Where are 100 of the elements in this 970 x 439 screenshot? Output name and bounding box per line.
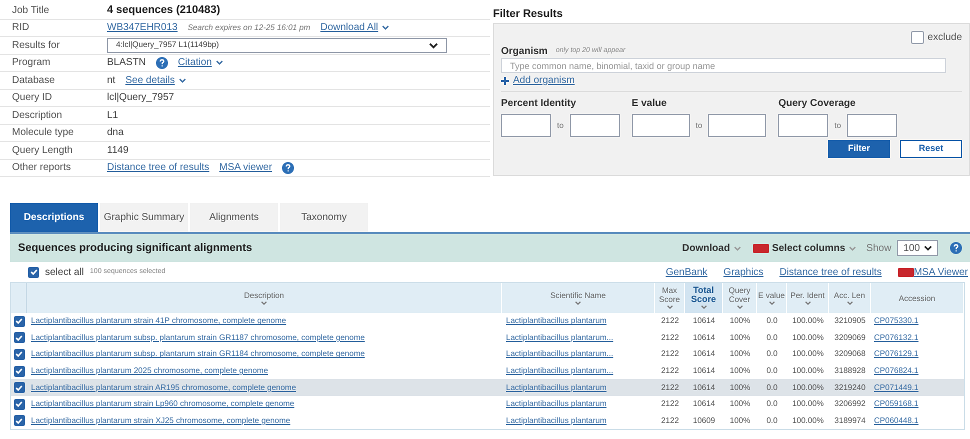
accession-link[interactable]: CP071449.1	[874, 382, 918, 392]
info-link[interactable]: See details	[125, 72, 186, 88]
scientific-name-link[interactable]: Lactiplantibacillus plantarum...	[506, 366, 614, 376]
range-from-field[interactable]	[778, 114, 828, 137]
exclude-checkbox[interactable]	[910, 30, 924, 44]
table-cell: 100%	[730, 332, 750, 342]
accession-link[interactable]: CP076129.1	[874, 349, 918, 358]
checkbox[interactable]	[14, 366, 24, 377]
checkbox[interactable]	[14, 382, 24, 394]
table-cell: 2122	[661, 332, 679, 342]
checkbox[interactable]	[14, 332, 24, 344]
report-link[interactable]: Graphics	[723, 264, 764, 280]
caret-icon	[734, 244, 741, 252]
table-cell: 0.0	[766, 332, 778, 342]
help-icon[interactable]	[156, 56, 168, 69]
table-cell: 2122	[661, 382, 679, 392]
new-badge-icon	[898, 268, 914, 276]
organism-label: Organism	[501, 44, 548, 58]
info-link[interactable]: Download All	[320, 20, 390, 36]
description-link[interactable]: Lactiplantibacillus plantarum 2025 chromosome, complete genome	[31, 366, 268, 376]
range-from-field[interactable]	[501, 114, 551, 137]
table-cell: 2122	[661, 316, 679, 326]
accession-link[interactable]: CP076132.1	[874, 332, 918, 342]
tab[interactable]: Alignments	[190, 203, 278, 232]
checkbox[interactable]	[14, 415, 24, 426]
description-link[interactable]: Lactiplantibacillus plantarum strain XJ25 chromosome, complete genome	[31, 416, 290, 425]
table-cell: 2122	[661, 349, 679, 358]
tab[interactable]: Taxonomy	[280, 203, 368, 232]
description-link[interactable]: Lactiplantibacillus plantarum subsp. plantarum strain GR1187 chromosome, complete genome	[31, 332, 365, 342]
info-value: L1	[107, 108, 118, 123]
table-cell: 3189974	[834, 416, 866, 425]
help-icon[interactable]	[950, 242, 962, 254]
info-label: RID	[11, 21, 30, 36]
caret-icon	[846, 300, 852, 306]
info-label: Description	[11, 108, 64, 123]
info-link[interactable]: Citation	[178, 55, 223, 70]
checkbox[interactable]	[14, 398, 24, 410]
checkbox[interactable]	[14, 316, 24, 327]
expiry-note: Search expires on 12-25 16:01 pm	[188, 22, 310, 34]
info-label: Program	[11, 56, 52, 70]
checkbox[interactable]	[14, 348, 24, 360]
download-menu[interactable]: Download	[682, 240, 741, 256]
range-to-field[interactable]	[570, 114, 620, 137]
reset-button[interactable]: Reset	[900, 140, 962, 158]
range-label: Percent Identity	[501, 97, 578, 111]
show-label: Show	[866, 242, 892, 256]
filter-button[interactable]: Filter	[828, 140, 890, 158]
add-organism-link[interactable]: Add organism	[501, 73, 575, 88]
description-link[interactable]: Lactiplantibacillus plantarum strain Lp960 chromosome, complete genome	[31, 399, 294, 408]
accession-link[interactable]: CP060448.1	[874, 416, 918, 425]
range-to-label: to	[557, 120, 564, 132]
info-value: dna	[107, 126, 124, 140]
table-cell: 3209069	[834, 332, 866, 342]
show-select[interactable]: 100	[897, 240, 938, 256]
info-link[interactable]: MSA viewer	[219, 160, 272, 176]
tab[interactable]: Descriptions	[10, 203, 98, 232]
caret-icon	[382, 24, 390, 32]
accession-link[interactable]: CP059168.1	[874, 399, 918, 408]
info-value: lcl|Query_7957	[107, 91, 174, 106]
range-to-field[interactable]	[708, 114, 766, 137]
info-link[interactable]: WB347EHR013	[107, 20, 178, 36]
info-label: Job Title	[11, 4, 50, 18]
accession-link[interactable]: CP076824.1	[874, 366, 918, 376]
results-select[interactable]: 4:lcl|Query_7957 L1(1149bp)	[107, 38, 447, 53]
table-cell: 3209068	[834, 349, 866, 358]
description-link[interactable]: Lactiplantibacillus plantarum strain AR195 chromosome, complete genome	[31, 382, 296, 392]
result-row[interactable]: Lactiplantibacillus plantarum strain AR195 chromosome, complete genome Lactiplantibacillus plantarum 2122 10614 100% 0.0 100.00% 3219240 CP071449.1	[11, 379, 964, 396]
select-all-label: select all	[45, 266, 84, 280]
results-title: Sequences producing significant alignments	[18, 240, 254, 256]
range-to-field[interactable]	[847, 114, 898, 137]
table-cell: 100%	[730, 399, 750, 408]
info-link[interactable]: Distance tree of results	[107, 160, 210, 176]
report-link[interactable]: GenBank	[666, 264, 708, 280]
scientific-name-link[interactable]: Lactiplantibacillus plantarum...	[506, 349, 614, 358]
table-cell: 100%	[730, 382, 750, 392]
organism-field[interactable]: Type common name, binomial, taxid or group name	[501, 58, 946, 73]
report-link[interactable]: MSA Viewer	[898, 264, 968, 280]
table-cell: 100.00%	[792, 316, 824, 326]
table-cell: 100.00%	[792, 399, 824, 408]
scientific-name-link[interactable]: Lactiplantibacillus plantarum	[506, 399, 606, 408]
table-cell: 10614	[692, 366, 716, 376]
caret-icon	[178, 76, 186, 84]
select-columns-menu[interactable]: Select columns	[772, 240, 856, 256]
checkbox[interactable]	[28, 266, 39, 278]
tab[interactable]: Graphic Summary	[100, 203, 188, 232]
info-label: Results for	[11, 38, 61, 53]
column-header[interactable]: Total Score	[685, 283, 723, 313]
help-icon[interactable]	[282, 162, 294, 174]
description-link[interactable]: Lactiplantibacillus plantarum strain 41P chromosome, complete genome	[31, 316, 286, 326]
scientific-name-link[interactable]: Lactiplantibacillus plantarum	[506, 416, 606, 425]
scientific-name-link[interactable]: Lactiplantibacillus plantarum	[506, 316, 606, 326]
table-cell: 2122	[661, 366, 679, 376]
description-link[interactable]: Lactiplantibacillus plantarum subsp. plantarum strain GR1184 chromosome, complete genome	[31, 349, 365, 358]
scientific-name-link[interactable]: Lactiplantibacillus plantarum	[506, 382, 606, 392]
accession-link[interactable]: CP075330.1	[874, 316, 918, 326]
range-from-field[interactable]	[632, 114, 690, 137]
caret-icon	[666, 304, 672, 310]
scientific-name-link[interactable]: Lactiplantibacillus plantarum...	[506, 332, 614, 342]
table-cell: 100%	[730, 316, 750, 326]
report-link[interactable]: Distance tree of results	[779, 264, 882, 280]
